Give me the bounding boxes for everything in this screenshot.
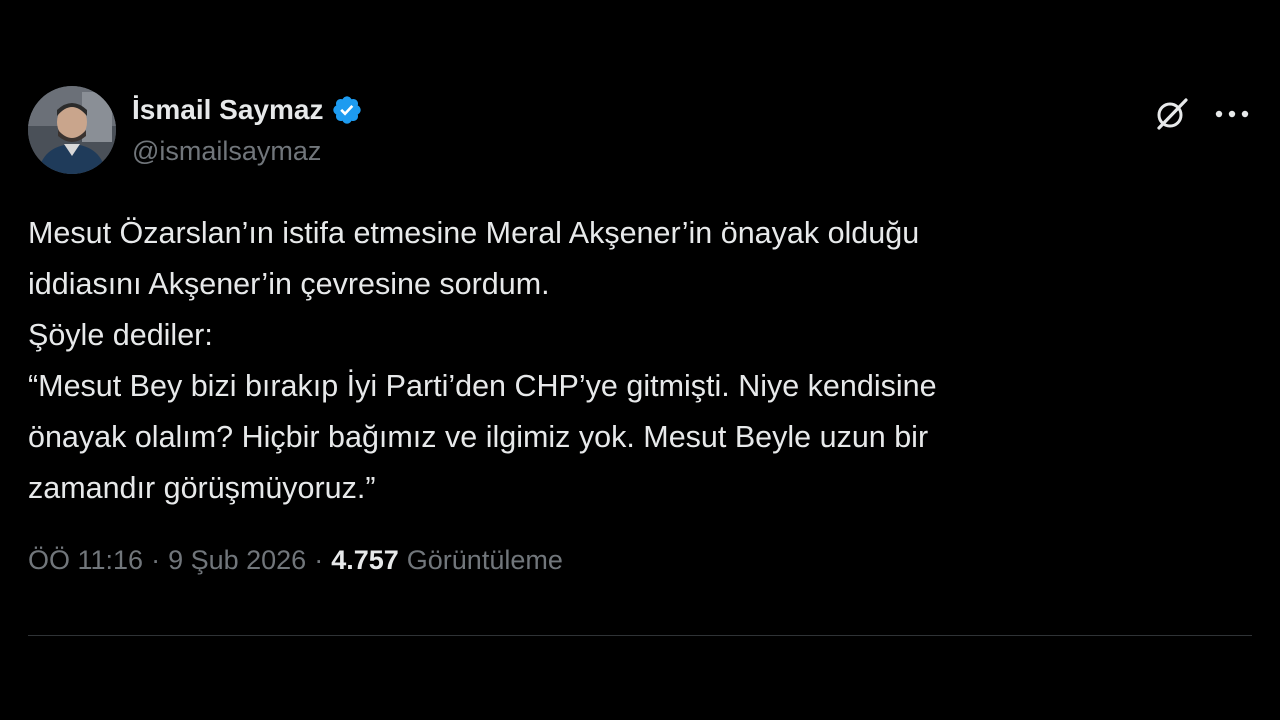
- tweet-date[interactable]: 9 Şub 2026: [168, 545, 306, 576]
- tweet-text: Mesut Özarslan’ın istifa etmesine Meral …: [28, 208, 1252, 514]
- meta-separator: ·: [151, 544, 161, 575]
- avatar-image: [28, 86, 116, 174]
- tweet-card[interactable]: İsmail Saymaz @ismailsaymaz Mesut Özarsl…: [28, 86, 1252, 580]
- tweet-text-line: Mesut Özarslan’ın istifa etmesine Meral …: [28, 216, 920, 250]
- tweet-meta: ÖÖ 11:16 · 9 Şub 2026 · 4.757 Görüntülem…: [28, 540, 1252, 580]
- tweet-time[interactable]: ÖÖ 11:16: [28, 545, 143, 576]
- views-label: Görüntüleme: [406, 544, 563, 575]
- tweet-text-line: önayak olalım? Hiçbir bağımız ve ilgimiz…: [28, 420, 929, 454]
- author-display-name[interactable]: İsmail Saymaz: [132, 94, 323, 126]
- avatar[interactable]: [28, 86, 116, 174]
- meta-separator: ·: [314, 544, 324, 575]
- author-handle[interactable]: @ismailsaymaz: [132, 136, 363, 167]
- tweet-text-line: iddiasını Akşener’in çevresine sordum.: [28, 267, 550, 301]
- author-info: İsmail Saymaz @ismailsaymaz: [132, 90, 363, 167]
- divider: [28, 635, 1252, 636]
- more-horizontal-icon[interactable]: [1212, 94, 1252, 134]
- name-row: İsmail Saymaz: [132, 90, 363, 130]
- tweet-text-line: Şöyle dediler:: [28, 318, 213, 352]
- tweet-text-line: zamandır görüşmüyoruz.”: [28, 471, 376, 505]
- tweet-text-line: “Mesut Bey bizi bırakıp İyi Parti’den CH…: [28, 369, 937, 403]
- verified-badge-icon[interactable]: [331, 94, 363, 126]
- tweet-top-actions: [1152, 94, 1252, 134]
- tweet-header: İsmail Saymaz @ismailsaymaz: [28, 86, 1252, 176]
- views-count[interactable]: 4.757: [331, 545, 399, 576]
- grok-icon[interactable]: [1152, 94, 1192, 134]
